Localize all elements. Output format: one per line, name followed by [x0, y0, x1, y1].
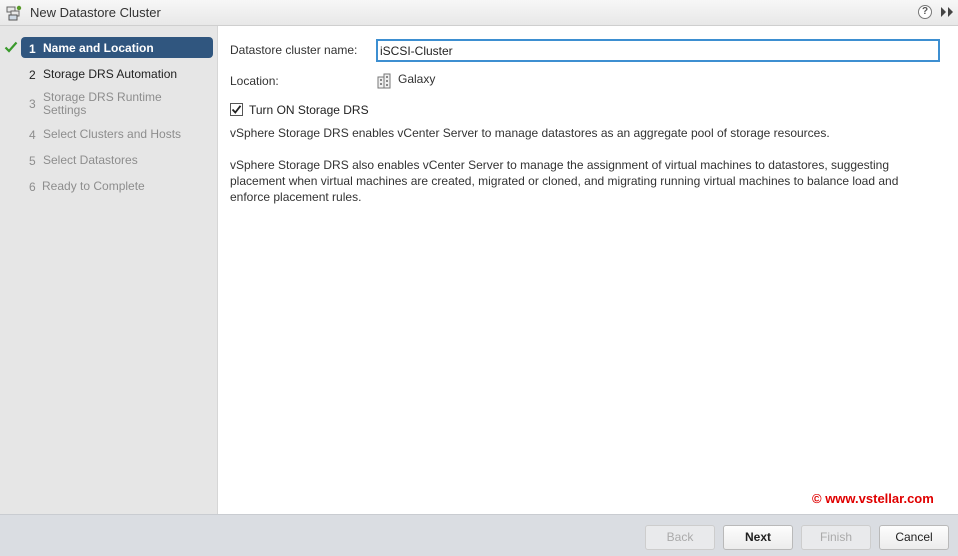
step-label: Storage DRS Automation	[43, 67, 178, 81]
drs-description-2: vSphere Storage DRS also enables vCenter…	[230, 158, 899, 204]
datacenter-icon	[377, 73, 391, 89]
location-value[interactable]: Galaxy	[398, 72, 435, 86]
step-number: 4	[29, 128, 36, 142]
check-icon	[4, 41, 18, 53]
location-label: Location:	[230, 74, 279, 88]
wizard-content: Datastore cluster name: Location: Galaxy…	[218, 26, 958, 514]
step-number: 2	[29, 68, 36, 82]
back-button[interactable]: Back	[645, 525, 715, 550]
wizard-titlebar: New Datastore Cluster ?	[0, 0, 958, 26]
finish-button[interactable]: Finish	[801, 525, 871, 550]
cancel-button[interactable]: Cancel	[879, 525, 949, 550]
cluster-name-label: Datastore cluster name:	[230, 43, 358, 57]
step-number: 1	[29, 42, 36, 56]
step-label: Ready to Complete	[42, 179, 145, 193]
wizard-steps-sidebar: 1 Name and Location 2 Storage DRS Automa…	[0, 26, 218, 514]
help-icon[interactable]: ?	[918, 5, 932, 19]
cluster-name-input[interactable]	[376, 39, 940, 62]
storage-drs-checkbox-label[interactable]: Turn ON Storage DRS	[249, 103, 369, 117]
step-label: Name and Location	[43, 41, 154, 55]
wizard-footer: Back Next Finish Cancel	[0, 514, 958, 556]
watermark: © www.vstellar.com	[812, 491, 934, 506]
step-number: 5	[29, 154, 36, 168]
step-label: Select Clusters and Hosts	[43, 127, 182, 141]
window-title: New Datastore Cluster	[30, 5, 161, 20]
next-button[interactable]: Next	[723, 525, 793, 550]
datastore-cluster-icon	[6, 5, 22, 21]
step-number: 3	[29, 97, 36, 111]
storage-drs-checkbox[interactable]	[230, 103, 243, 116]
drs-description-1: vSphere Storage DRS enables vCenter Serv…	[230, 126, 830, 140]
expand-icon[interactable]	[940, 6, 954, 18]
step-number: 6	[29, 180, 36, 194]
checkmark-icon	[231, 105, 242, 114]
step-label: Select Datastores	[43, 153, 138, 167]
step-label: Storage DRS Runtime Settings	[43, 90, 162, 117]
